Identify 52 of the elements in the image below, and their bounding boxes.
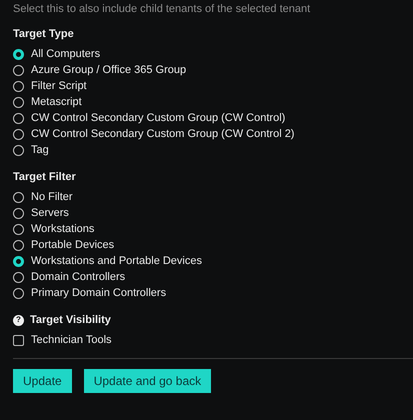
radio-option[interactable]: No Filter <box>13 189 400 205</box>
option-label: Servers <box>31 207 69 219</box>
option-label: Workstations <box>31 223 94 235</box>
section-title: Target Filter <box>13 170 76 185</box>
section-title: Target Type <box>13 27 74 42</box>
radio-option[interactable]: Workstations <box>13 221 400 237</box>
radio-option[interactable]: Workstations and Portable Devices <box>13 253 400 269</box>
radio-button[interactable] <box>13 224 24 234</box>
option-label: CW Control Secondary Custom Group (CW Control) <box>31 112 286 124</box>
radio-button[interactable] <box>13 192 24 202</box>
radio-button[interactable] <box>13 128 24 140</box>
radio-option[interactable]: Metascript <box>13 94 400 110</box>
radio-button[interactable] <box>13 96 24 108</box>
radio-button[interactable] <box>13 272 24 282</box>
radio-option[interactable]: CW Control Secondary Custom Group (CW Control 2) <box>13 126 400 142</box>
radio-option[interactable]: Primary Domain Controllers <box>13 285 400 301</box>
radio-button[interactable] <box>13 144 24 156</box>
hint-text: Select this to also include child tenants of the selected tenant <box>13 2 312 16</box>
radio-button[interactable] <box>13 48 24 60</box>
radio-option[interactable]: All Computers <box>13 46 400 62</box>
radio-button[interactable] <box>13 208 24 218</box>
radio-option[interactable]: Portable Devices <box>13 237 400 253</box>
option-label: Portable Devices <box>31 239 114 251</box>
radio-option[interactable]: Filter Script <box>13 78 400 94</box>
option-label: Technician Tools <box>31 334 112 346</box>
option-label: Workstations and Portable Devices <box>31 255 202 267</box>
option-label: Primary Domain Controllers <box>31 287 166 299</box>
radio-button[interactable] <box>13 80 24 92</box>
help-icon[interactable]: ? <box>13 314 24 326</box>
radio-button[interactable] <box>13 256 24 266</box>
option-label: Filter Script <box>31 80 87 92</box>
radio-option[interactable]: Tag <box>13 142 400 158</box>
radio-option[interactable]: CW Control Secondary Custom Group (CW Control) <box>13 110 400 126</box>
radio-option[interactable]: Domain Controllers <box>13 269 400 285</box>
option-label: No Filter <box>31 191 73 203</box>
option-label: CW Control Secondary Custom Group (CW Control 2) <box>31 128 294 140</box>
checkbox[interactable] <box>13 334 24 346</box>
radio-button[interactable] <box>13 288 24 298</box>
option-label: Azure Group / Office 365 Group <box>31 64 186 76</box>
option-label: Domain Controllers <box>31 271 126 283</box>
radio-option[interactable]: Azure Group / Office 365 Group <box>13 62 400 78</box>
update-and-go-back-button[interactable]: Update and go back <box>84 369 212 393</box>
option-label: Tag <box>31 144 49 156</box>
radio-button[interactable] <box>13 240 24 250</box>
radio-button[interactable] <box>13 112 24 124</box>
radio-option[interactable]: Servers <box>13 205 400 221</box>
option-label: All Computers <box>31 48 100 60</box>
checkbox-option[interactable]: Technician Tools <box>13 332 400 348</box>
update-button[interactable]: Update <box>13 369 72 393</box>
option-label: Metascript <box>31 96 82 108</box>
section-title: Target Visibility <box>30 313 111 328</box>
radio-button[interactable] <box>13 64 24 76</box>
